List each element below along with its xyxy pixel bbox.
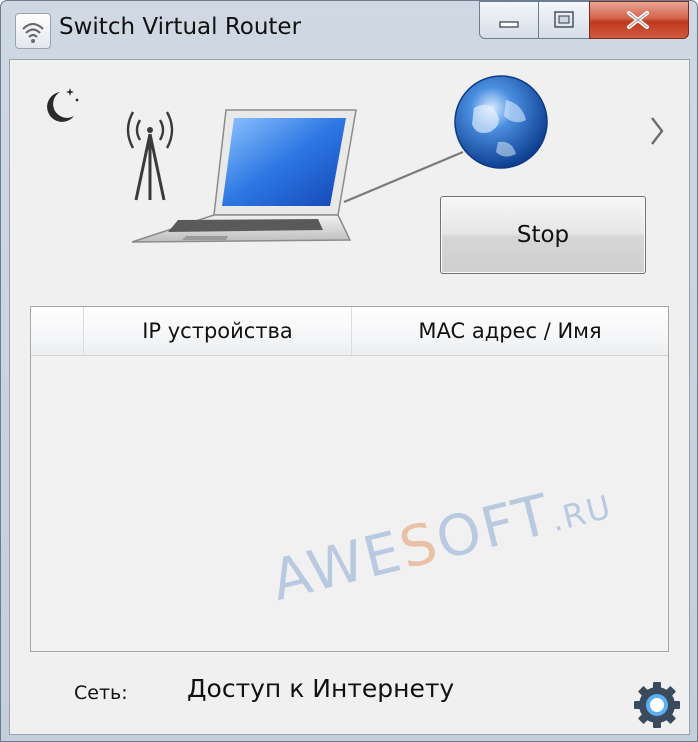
column-header-ip[interactable]: IP устройства (84, 307, 352, 355)
watermark-domain: .RU (546, 487, 617, 540)
close-icon (627, 11, 649, 29)
laptop-icon (131, 109, 357, 243)
globe-icon (454, 75, 548, 169)
close-button[interactable] (589, 1, 689, 39)
column-header-mac[interactable]: MAC адрес / Имя (352, 307, 668, 355)
moon-icon[interactable] (34, 82, 82, 130)
maximize-button[interactable] (538, 1, 590, 39)
antenna-icon (126, 111, 174, 201)
app-window: Switch Virtual Router Stop IP устройства… (0, 0, 698, 742)
gear-icon[interactable] (632, 680, 682, 730)
network-link (343, 150, 464, 204)
network-value: Доступ к Интернету (187, 674, 455, 703)
client-area: Stop IP устройства MAC адрес / Имя Сеть:… (9, 59, 690, 735)
chevron-right-icon[interactable] (646, 114, 668, 148)
minimize-icon (499, 21, 519, 28)
column-header-select[interactable] (31, 307, 84, 355)
window-title: Switch Virtual Router (59, 14, 302, 40)
minimize-button[interactable] (479, 1, 539, 39)
stop-button[interactable]: Stop (440, 196, 646, 274)
title-bar[interactable]: Switch Virtual Router (1, 1, 697, 59)
table-header: IP устройства MAC адрес / Имя (31, 307, 668, 356)
wifi-app-icon (15, 13, 51, 49)
maximize-icon (554, 11, 574, 28)
network-label: Сеть: (74, 682, 128, 704)
